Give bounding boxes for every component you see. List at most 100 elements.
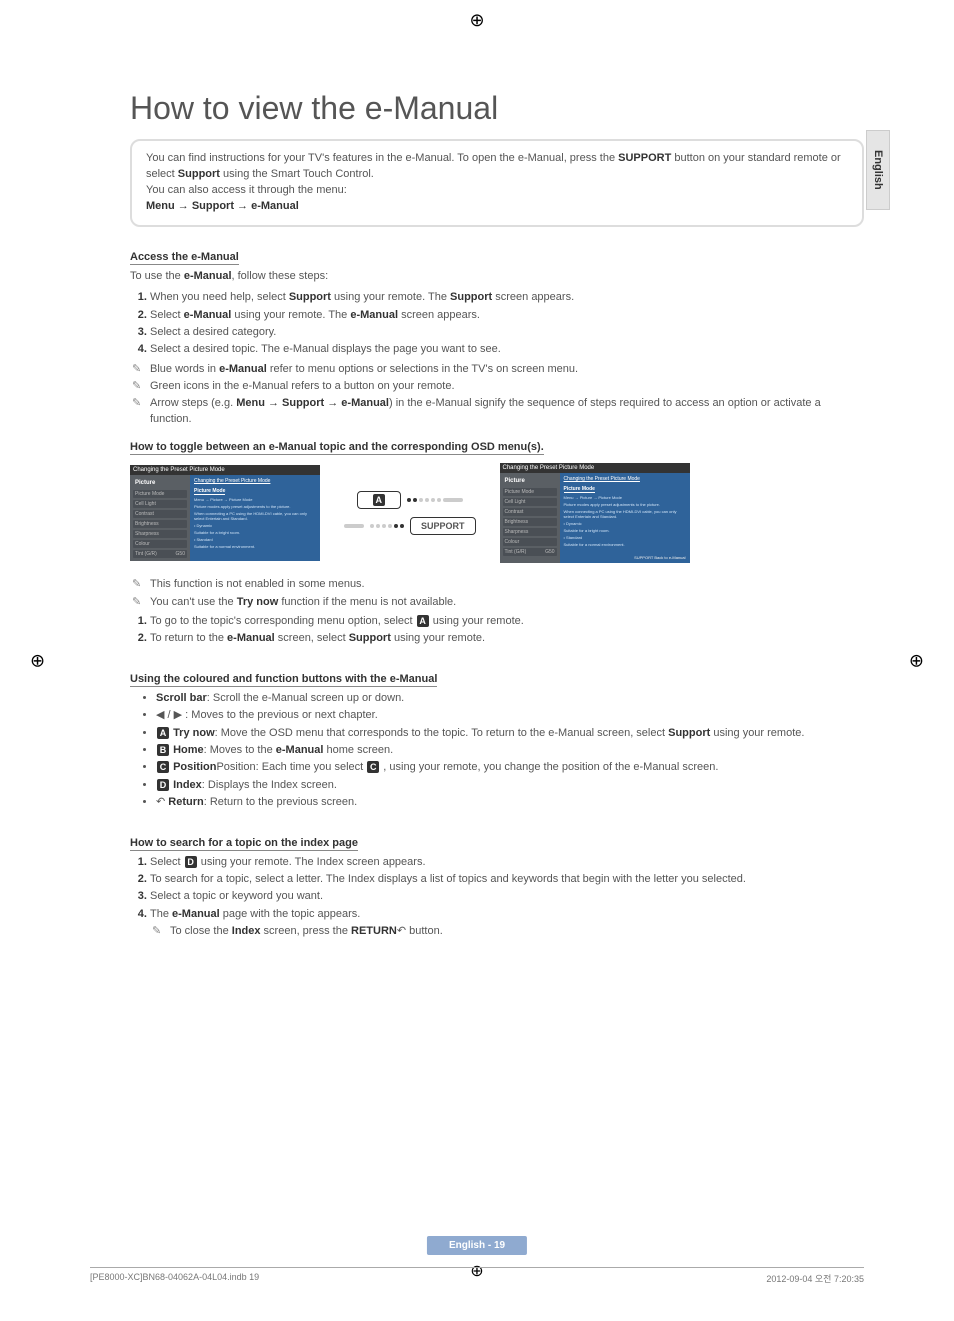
intro-text: You can find instructions for your TV's … bbox=[146, 152, 841, 180]
sidebar-item: Contrast bbox=[503, 508, 557, 516]
content-item: Suitable for a normal environment. bbox=[194, 544, 316, 549]
screenshot-right: Changing the Preset Picture Mode Picture… bbox=[500, 463, 690, 563]
bullet: ↶ Return: Return to the previous screen. bbox=[156, 795, 864, 810]
note: You can't use the Try now function if th… bbox=[150, 595, 864, 610]
intro-menu-path: Menu → Support → e-Manual bbox=[146, 200, 299, 212]
coloured-bullets: Scroll bar: Scroll the e-Manual screen u… bbox=[130, 691, 864, 811]
registration-mark-top: ⊕ bbox=[469, 10, 484, 31]
content-heading: Picture Mode bbox=[564, 486, 595, 493]
step: Select a desired topic. The e-Manual dis… bbox=[150, 342, 864, 357]
content-body: When connecting a PC using the HDMI-DVI … bbox=[564, 509, 686, 519]
letter-c-icon: C bbox=[157, 761, 169, 773]
content-body: Picture modes apply preset adjustments t… bbox=[194, 504, 316, 509]
return-icon: ↶ bbox=[156, 796, 165, 808]
content-body: Picture modes apply preset adjustments t… bbox=[564, 502, 686, 507]
content-body: When connecting a PC using the HDMI-DVI … bbox=[194, 511, 316, 521]
sidebar-item: Colour bbox=[503, 538, 557, 546]
mini-screen-left: Picture Picture Mode Cell Light Contrast… bbox=[130, 475, 320, 561]
sidebar-item: Tint (G/R)G50 bbox=[503, 548, 557, 556]
content-item: Suitable for a bright room. bbox=[564, 528, 686, 533]
note: Blue words in e-Manual refer to menu opt… bbox=[150, 362, 864, 377]
bullet: D Index: Displays the Index screen. bbox=[156, 778, 864, 793]
sidebar-item: Tint (G/R)G50 bbox=[133, 550, 187, 558]
sidebar-top: Picture bbox=[133, 478, 187, 488]
access-steps: When you need help, select Support using… bbox=[130, 290, 864, 358]
note: Arrow steps (e.g. Menu → Support → e-Man… bbox=[150, 396, 864, 427]
access-notes: Blue words in e-Manual refer to menu opt… bbox=[130, 362, 864, 428]
left-arrow-icon: ◀ bbox=[156, 709, 164, 721]
step: To search for a topic, select a letter. … bbox=[150, 872, 864, 887]
toggle-section-title: How to toggle between an e-Manual topic … bbox=[130, 441, 544, 455]
bullet: A Try now: Move the OSD menu that corres… bbox=[156, 726, 864, 741]
manual-page: ⊕ ⊕ ⊕ English How to view the e-Manual Y… bbox=[0, 0, 954, 1321]
step: Select D using your remote. The Index sc… bbox=[150, 855, 864, 870]
access-section-title: Access the e-Manual bbox=[130, 251, 239, 265]
access-intro: To use the e-Manual, follow these steps: bbox=[130, 269, 864, 284]
bullet: ◀ / ▶ : Moves to the previous or next ch… bbox=[156, 708, 864, 723]
step: To go to the topic's corresponding menu … bbox=[150, 614, 864, 629]
lights-icon bbox=[407, 498, 463, 502]
bullet: C PositionPosition: Each time you select… bbox=[156, 760, 864, 775]
step: Select a desired category. bbox=[150, 325, 864, 340]
sidebar-item: Colour bbox=[133, 540, 187, 548]
mini-content: Changing the Preset Picture Mode Picture… bbox=[560, 473, 690, 563]
mini-content: Changing the Preset Picture Mode Picture… bbox=[190, 475, 320, 561]
sidebar-item: Picture Mode bbox=[133, 490, 187, 498]
content-sub: Menu → Picture → Picture Mode bbox=[564, 495, 686, 500]
remote-a-button: A bbox=[357, 491, 401, 509]
step: Select e-Manual using your remote. The e… bbox=[150, 308, 864, 323]
step: When you need help, select Support using… bbox=[150, 290, 864, 305]
content-heading: Picture Mode bbox=[194, 488, 225, 495]
content-item: • Dynamic bbox=[194, 523, 316, 528]
letter-b-icon: B bbox=[157, 744, 169, 756]
search-section-title: How to search for a topic on the index p… bbox=[130, 837, 358, 851]
return-icon: ↶ bbox=[397, 925, 406, 937]
step: Select a topic or keyword you want. bbox=[150, 889, 864, 904]
note: This function is not enabled in some men… bbox=[150, 577, 864, 592]
registration-mark-left: ⊕ bbox=[30, 650, 45, 671]
step: To return to the e-Manual screen, select… bbox=[150, 631, 864, 646]
file-footer-left: [PE8000-XC]BN68-04062A-04L04.indb 19 bbox=[90, 1272, 259, 1285]
page-title: How to view the e-Manual bbox=[130, 90, 864, 127]
content-item: • Standard bbox=[564, 535, 686, 540]
right-arrow-icon: ▶ bbox=[174, 709, 182, 721]
file-footer-right: 2012-09-04 오전 7:20:35 bbox=[766, 1272, 864, 1285]
mini-screen-right: Picture Picture Mode Cell Light Contrast… bbox=[500, 473, 690, 563]
content-item: • Dynamic bbox=[564, 521, 686, 526]
content-title: Changing the Preset Picture Mode bbox=[564, 476, 686, 482]
language-tab: English bbox=[866, 130, 890, 210]
lights-icon bbox=[370, 524, 404, 528]
toggle-diagram: Changing the Preset Picture Mode Picture… bbox=[130, 463, 864, 563]
note: Green icons in the e-Manual refers to a … bbox=[150, 379, 864, 394]
mini-sidebar: Picture Picture Mode Cell Light Contrast… bbox=[500, 473, 560, 563]
content-item: • Standard bbox=[194, 537, 316, 542]
sidebar-item: Cell Light bbox=[503, 498, 557, 506]
content-footer: SUPPORT Back to e-Manual bbox=[564, 555, 686, 560]
sidebar-item: Sharpness bbox=[503, 528, 557, 536]
intro-line2: You can also access it through the menu: bbox=[146, 184, 347, 196]
search-steps: Select D using your remote. The Index sc… bbox=[130, 855, 864, 940]
screenshot-header: Changing the Preset Picture Mode bbox=[130, 465, 320, 475]
mini-sidebar: Picture Picture Mode Cell Light Contrast… bbox=[130, 475, 190, 561]
sidebar-item: Brightness bbox=[133, 520, 187, 528]
letter-d-icon: D bbox=[157, 779, 169, 791]
file-footer: [PE8000-XC]BN68-04062A-04L04.indb 19 201… bbox=[90, 1267, 864, 1285]
step: The e-Manual page with the topic appears… bbox=[150, 907, 864, 940]
sidebar-item: Sharpness bbox=[133, 530, 187, 538]
letter-a-icon: A bbox=[417, 615, 429, 627]
registration-mark-right: ⊕ bbox=[909, 650, 924, 671]
sidebar-item: Brightness bbox=[503, 518, 557, 526]
toggle-steps: To go to the topic's corresponding menu … bbox=[130, 614, 864, 647]
content-title: Changing the Preset Picture Mode bbox=[194, 478, 316, 484]
sidebar-item: Contrast bbox=[133, 510, 187, 518]
sidebar-top: Picture bbox=[503, 476, 557, 486]
remote-hint: A SUPPORT bbox=[344, 491, 476, 535]
screenshot-left: Changing the Preset Picture Mode Picture… bbox=[130, 465, 320, 561]
remote-support-button: SUPPORT bbox=[410, 517, 476, 535]
letter-d-icon: D bbox=[185, 856, 197, 868]
letter-a-icon: A bbox=[157, 727, 169, 739]
sidebar-item: Picture Mode bbox=[503, 488, 557, 496]
content-sub: Menu → Picture → Picture Mode bbox=[194, 497, 316, 502]
screenshot-header: Changing the Preset Picture Mode bbox=[500, 463, 690, 473]
letter-a-icon: A bbox=[373, 494, 385, 506]
